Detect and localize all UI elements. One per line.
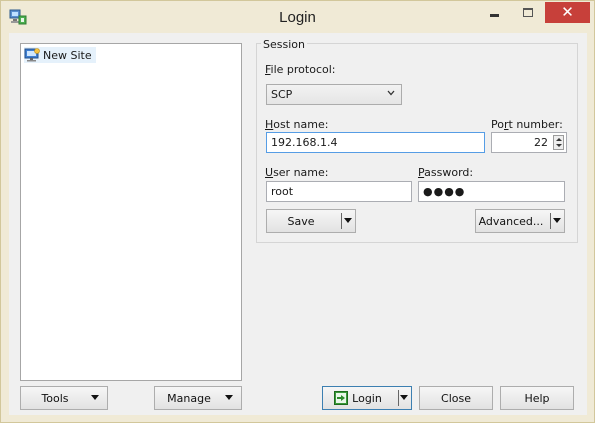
save-button-label: Save (287, 214, 315, 228)
tools-button-label: Tools (41, 391, 69, 405)
advanced-button-label: Advanced... (478, 214, 544, 228)
port-number-label: Port number: (491, 118, 563, 131)
manage-button[interactable]: Manage (154, 386, 242, 410)
spin-up-icon (556, 138, 562, 141)
close-icon: ✕ (561, 3, 574, 21)
chevron-down-icon (225, 395, 233, 400)
password-input[interactable]: ●●●● (418, 181, 565, 202)
host-name-input[interactable]: 192.168.1.4 (266, 132, 485, 153)
host-name-label: Host name: (265, 118, 329, 131)
maximize-icon (523, 8, 533, 17)
chevron-down-icon (91, 395, 99, 400)
close-button[interactable]: Close (419, 386, 493, 410)
session-group-label: Session (261, 38, 307, 51)
title-bar[interactable]: Login ✕ (1, 1, 594, 33)
site-item-label: New Site (43, 48, 92, 62)
dialog-client-area: New Site Tools Manage Session File proto… (9, 33, 587, 415)
port-number-value: 22 (534, 136, 548, 149)
chevron-down-icon (344, 218, 352, 223)
login-button-label: Login (352, 391, 382, 405)
chevron-down-icon (387, 90, 395, 96)
help-button[interactable]: Help (500, 386, 574, 410)
port-spinner[interactable] (553, 135, 564, 150)
site-item-new-site[interactable]: New Site (24, 47, 96, 63)
chevron-down-icon (400, 395, 408, 400)
file-protocol-label: File protocol: (265, 63, 336, 76)
login-window: Login ✕ New Site Tools Manage Session Fi… (0, 0, 595, 423)
session-group: Session File protocol: SCP Host name: 19… (256, 38, 578, 243)
minimize-icon (490, 14, 499, 17)
chevron-down-icon (553, 218, 561, 223)
manage-button-label: Manage (167, 391, 211, 405)
maximize-button[interactable] (511, 2, 545, 23)
help-button-label: Help (524, 391, 550, 405)
site-list[interactable]: New Site (20, 43, 242, 381)
login-icon (334, 391, 349, 405)
computer-icon (24, 48, 40, 62)
password-value: ●●●● (423, 185, 466, 198)
user-name-label: User name: (265, 166, 329, 179)
close-button-label: Close (441, 391, 471, 405)
port-number-input[interactable]: 22 (491, 132, 567, 153)
user-name-input[interactable]: root (266, 181, 412, 202)
tools-button[interactable]: Tools (20, 386, 108, 410)
password-label: Password: (418, 166, 474, 179)
advanced-button[interactable]: Advanced... (475, 209, 565, 233)
save-button[interactable]: Save (266, 209, 356, 233)
minimize-button[interactable] (477, 2, 511, 23)
close-window-button[interactable]: ✕ (545, 2, 590, 23)
login-button[interactable]: Login (322, 386, 412, 410)
file-protocol-value: SCP (271, 88, 293, 101)
file-protocol-select[interactable]: SCP (266, 84, 402, 105)
spin-down-icon (556, 144, 562, 147)
